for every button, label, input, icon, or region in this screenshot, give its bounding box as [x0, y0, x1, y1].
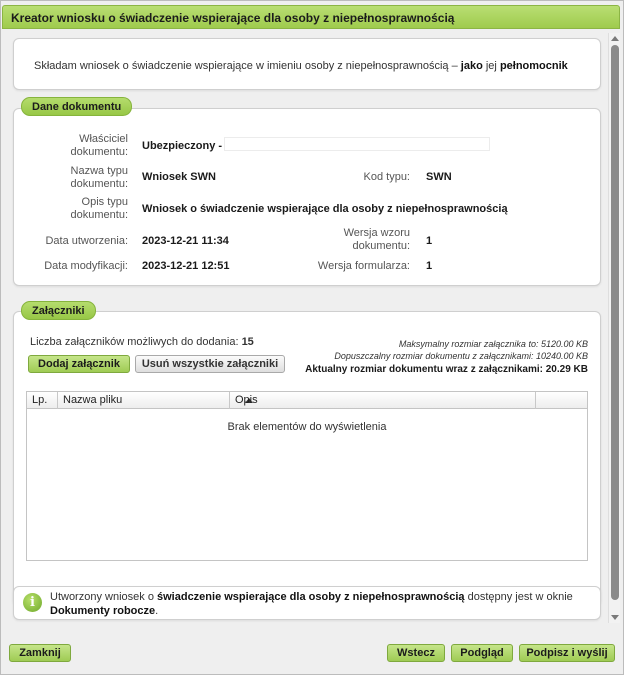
attachments-count: Liczba załączników możliwych do dodania:…: [30, 336, 254, 348]
modified-value: 2023-12-21 12:51: [142, 260, 230, 272]
vertical-scrollbar[interactable]: [608, 33, 620, 623]
template-version-value: 1: [426, 235, 433, 247]
add-attachment-button[interactable]: Dodaj załącznik: [28, 355, 130, 373]
scroll-up-icon[interactable]: [611, 36, 619, 41]
template-version-label: Wersja wzoru dokumentu:: [314, 227, 410, 253]
modified-label: Data modyfikacji:: [44, 260, 128, 272]
info-prefix: Utworzony wniosek o: [50, 591, 154, 603]
type-name-value: Wniosek SWN: [142, 171, 216, 183]
intro-role-pelnomocnik: pełnomocnik: [499, 60, 568, 72]
column-header-file-name-label: Nazwa pliku: [63, 394, 123, 406]
owner-redacted-field: [224, 137, 490, 151]
type-code-label: Kod typu:: [363, 171, 410, 183]
sign-and-send-button[interactable]: Podpisz i wyślij: [519, 644, 615, 662]
info-message: Utworzony wniosek o świadczenie wspieraj…: [50, 590, 595, 618]
document-data-legend: Dane dokumentu: [21, 97, 133, 116]
footer-bar: Zamknij Wstecz Podgląd Podpisz i wyślij: [1, 633, 623, 675]
owner-label: Właściciel dokumentu:: [34, 133, 128, 159]
wizard-window: Kreator wniosku o świadczenie wspierając…: [0, 0, 624, 675]
empty-table-message: Brak elementów do wyświetlenia: [227, 421, 387, 433]
owner-label-line2: dokumentu:: [70, 146, 128, 158]
type-desc-label-line2: dokumentu:: [70, 209, 128, 221]
column-header-file-name[interactable]: Nazwa pliku: [58, 392, 253, 409]
max-document-size: Dopuszczalny rozmiar dokumentu z załączn…: [334, 351, 588, 361]
intro-statement: Składam wniosek o świadczenie wspierając…: [34, 60, 568, 72]
window-title: Kreator wniosku o świadczenie wspierając…: [2, 5, 620, 29]
created-label: Data utworzenia:: [45, 235, 128, 247]
created-value: 2023-12-21 11:34: [142, 235, 229, 247]
template-version-label-line1: Wersja wzoru: [343, 227, 410, 239]
remove-all-attachments-button[interactable]: Usuń wszystkie załączniki: [135, 355, 285, 373]
max-attachment-size: Maksymalny rozmiar załącznika to: 5120.0…: [398, 339, 588, 349]
attachments-legend: Załączniki: [21, 301, 96, 320]
template-version-label-line2: dokumentu:: [352, 240, 410, 252]
preview-button[interactable]: Podgląd: [451, 644, 513, 662]
form-version-value: 1: [426, 260, 433, 272]
attachments-table: Lp. Nazwa pliku Opis Brak elementów do w…: [26, 391, 588, 561]
document-data-panel: Właściciel dokumentu: Ubezpieczony - Naz…: [13, 108, 601, 286]
info-benefit-name: świadczenie wspierające dla osoby z niep…: [157, 591, 465, 603]
info-message-panel: i Utworzony wniosek o świadczenie wspier…: [13, 586, 601, 620]
intro-panel: Składam wniosek o świadczenie wspierając…: [13, 38, 601, 90]
info-middle: dostępny jest w oknie: [467, 591, 573, 603]
intro-middle: jej: [485, 60, 497, 72]
info-icon: i: [23, 593, 42, 612]
type-name-label-line2: dokumentu:: [70, 178, 128, 190]
content-area: Składam wniosek o świadczenie wspierając…: [9, 33, 607, 623]
info-suffix: .: [155, 605, 159, 617]
table-header: Lp. Nazwa pliku Opis: [27, 392, 587, 409]
scroll-down-icon[interactable]: [611, 615, 619, 620]
form-version-label: Wersja formularza:: [317, 260, 410, 272]
type-code-value: SWN: [426, 171, 452, 183]
column-header-lp[interactable]: Lp.: [27, 392, 58, 409]
attachments-panel: Liczba załączników możliwych do dodania:…: [13, 311, 601, 606]
type-name-label: Nazwa typu dokumentu:: [34, 165, 128, 191]
info-drafts-link-text: Dokumenty robocze: [50, 605, 156, 617]
scrollbar-thumb[interactable]: [611, 45, 619, 600]
intro-prefix: Składam wniosek o świadczenie wspierając…: [34, 60, 458, 72]
type-desc-label: Opis typu dokumentu:: [34, 196, 128, 222]
attachments-count-value: 15: [241, 336, 254, 348]
owner-value: Ubezpieczony -: [142, 140, 223, 152]
owner-label-line1: Właściciel: [79, 133, 128, 145]
type-desc-label-line1: Opis typu: [81, 196, 128, 208]
type-desc-value: Wniosek o świadczenie wspierające dla os…: [142, 203, 508, 215]
type-name-label-line1: Nazwa typu: [70, 165, 128, 177]
back-button[interactable]: Wstecz: [387, 644, 445, 662]
intro-role-jako: jako: [460, 60, 483, 72]
attachments-count-label: Liczba załączników możliwych do dodania:: [30, 336, 239, 348]
close-button[interactable]: Zamknij: [9, 644, 71, 662]
current-document-size: Aktualny rozmiar dokumentu wraz z załącz…: [305, 364, 588, 375]
column-header-description[interactable]: Opis: [230, 392, 536, 409]
